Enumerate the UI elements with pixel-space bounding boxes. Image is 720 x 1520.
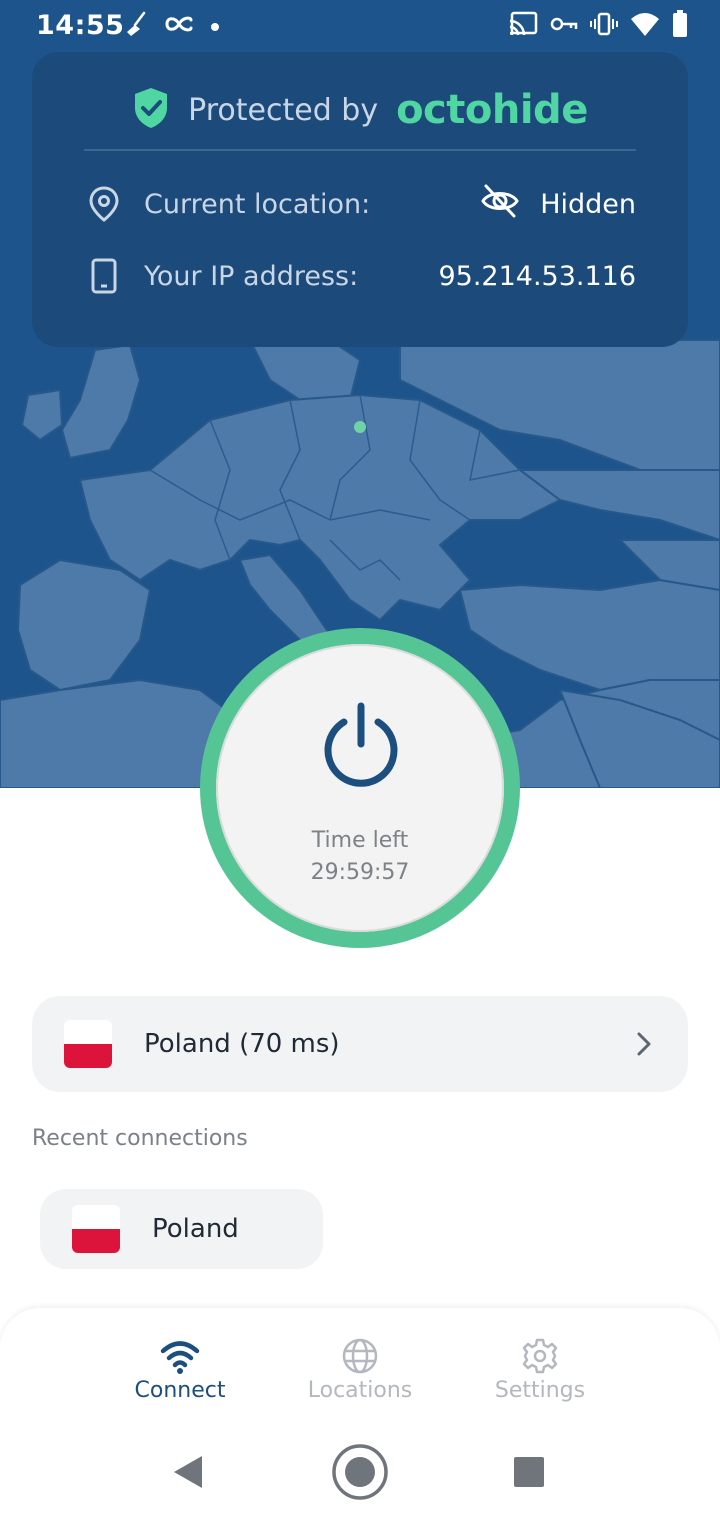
wifi-icon: [630, 11, 660, 41]
power-icon: [324, 702, 398, 787]
recent-connection-item[interactable]: Poland: [40, 1189, 323, 1269]
connect-power-button[interactable]: Time left 29:59:57: [200, 628, 520, 948]
protection-header: Protected by octohide: [32, 80, 688, 140]
eye-off-icon: [480, 183, 520, 226]
status-time: 14:55: [36, 10, 125, 41]
system-navigation-bar: [174, 1444, 544, 1500]
cast-icon: [508, 11, 538, 41]
poland-flag-icon: [64, 1020, 112, 1068]
server-selector[interactable]: Poland (70 ms): [32, 996, 688, 1092]
ip-row: Your IP address: 95.214.53.116: [84, 254, 636, 298]
recent-connection-label: Poland: [152, 1214, 239, 1244]
octohide-status-icon: [164, 14, 196, 38]
nav-label-locations: Locations: [307, 1378, 413, 1403]
server-label: Poland (70 ms): [144, 1029, 340, 1059]
protected-label: Protected by: [188, 92, 379, 128]
broom-icon: [122, 10, 150, 42]
location-row: Current location: Hidden: [84, 182, 636, 226]
poland-flag-icon: [72, 1205, 120, 1253]
location-pin-icon: [84, 184, 124, 224]
time-left-label: Time left: [311, 828, 409, 853]
location-dot: [354, 421, 366, 433]
ip-label: Your IP address:: [144, 260, 359, 292]
recent-connections-title: Recent connections: [32, 1126, 248, 1151]
chevron-right-icon: [637, 1032, 651, 1056]
vibrate-icon: [590, 11, 618, 41]
nav-tab-connect[interactable]: Connect: [90, 1336, 270, 1403]
nav-label-connect: Connect: [134, 1378, 226, 1403]
brand-logo: octohide: [396, 87, 588, 133]
vpn-key-icon: [550, 14, 578, 38]
nav-tab-locations[interactable]: Locations: [270, 1336, 450, 1403]
location-label: Current location:: [144, 188, 371, 220]
globe-icon: [342, 1338, 378, 1374]
location-value: Hidden: [540, 188, 636, 220]
phone-icon: [84, 256, 124, 296]
card-divider: [84, 149, 636, 151]
time-left-value: 29:59:57: [310, 860, 410, 885]
gear-icon: [522, 1338, 558, 1374]
status-bar: 14:55: [0, 0, 720, 52]
wifi-icon: [160, 1341, 200, 1374]
nav-label-settings: Settings: [494, 1378, 586, 1403]
recents-icon[interactable]: [514, 1457, 544, 1487]
battery-icon: [672, 10, 688, 42]
shield-check-icon: [132, 86, 170, 134]
dot-icon: [210, 17, 220, 36]
back-icon[interactable]: [174, 1456, 202, 1488]
protection-card: Protected by octohide Current location: …: [32, 52, 688, 347]
ip-value: 95.214.53.116: [438, 260, 636, 292]
nav-tab-settings[interactable]: Settings: [450, 1336, 630, 1403]
home-icon[interactable]: [332, 1444, 388, 1500]
